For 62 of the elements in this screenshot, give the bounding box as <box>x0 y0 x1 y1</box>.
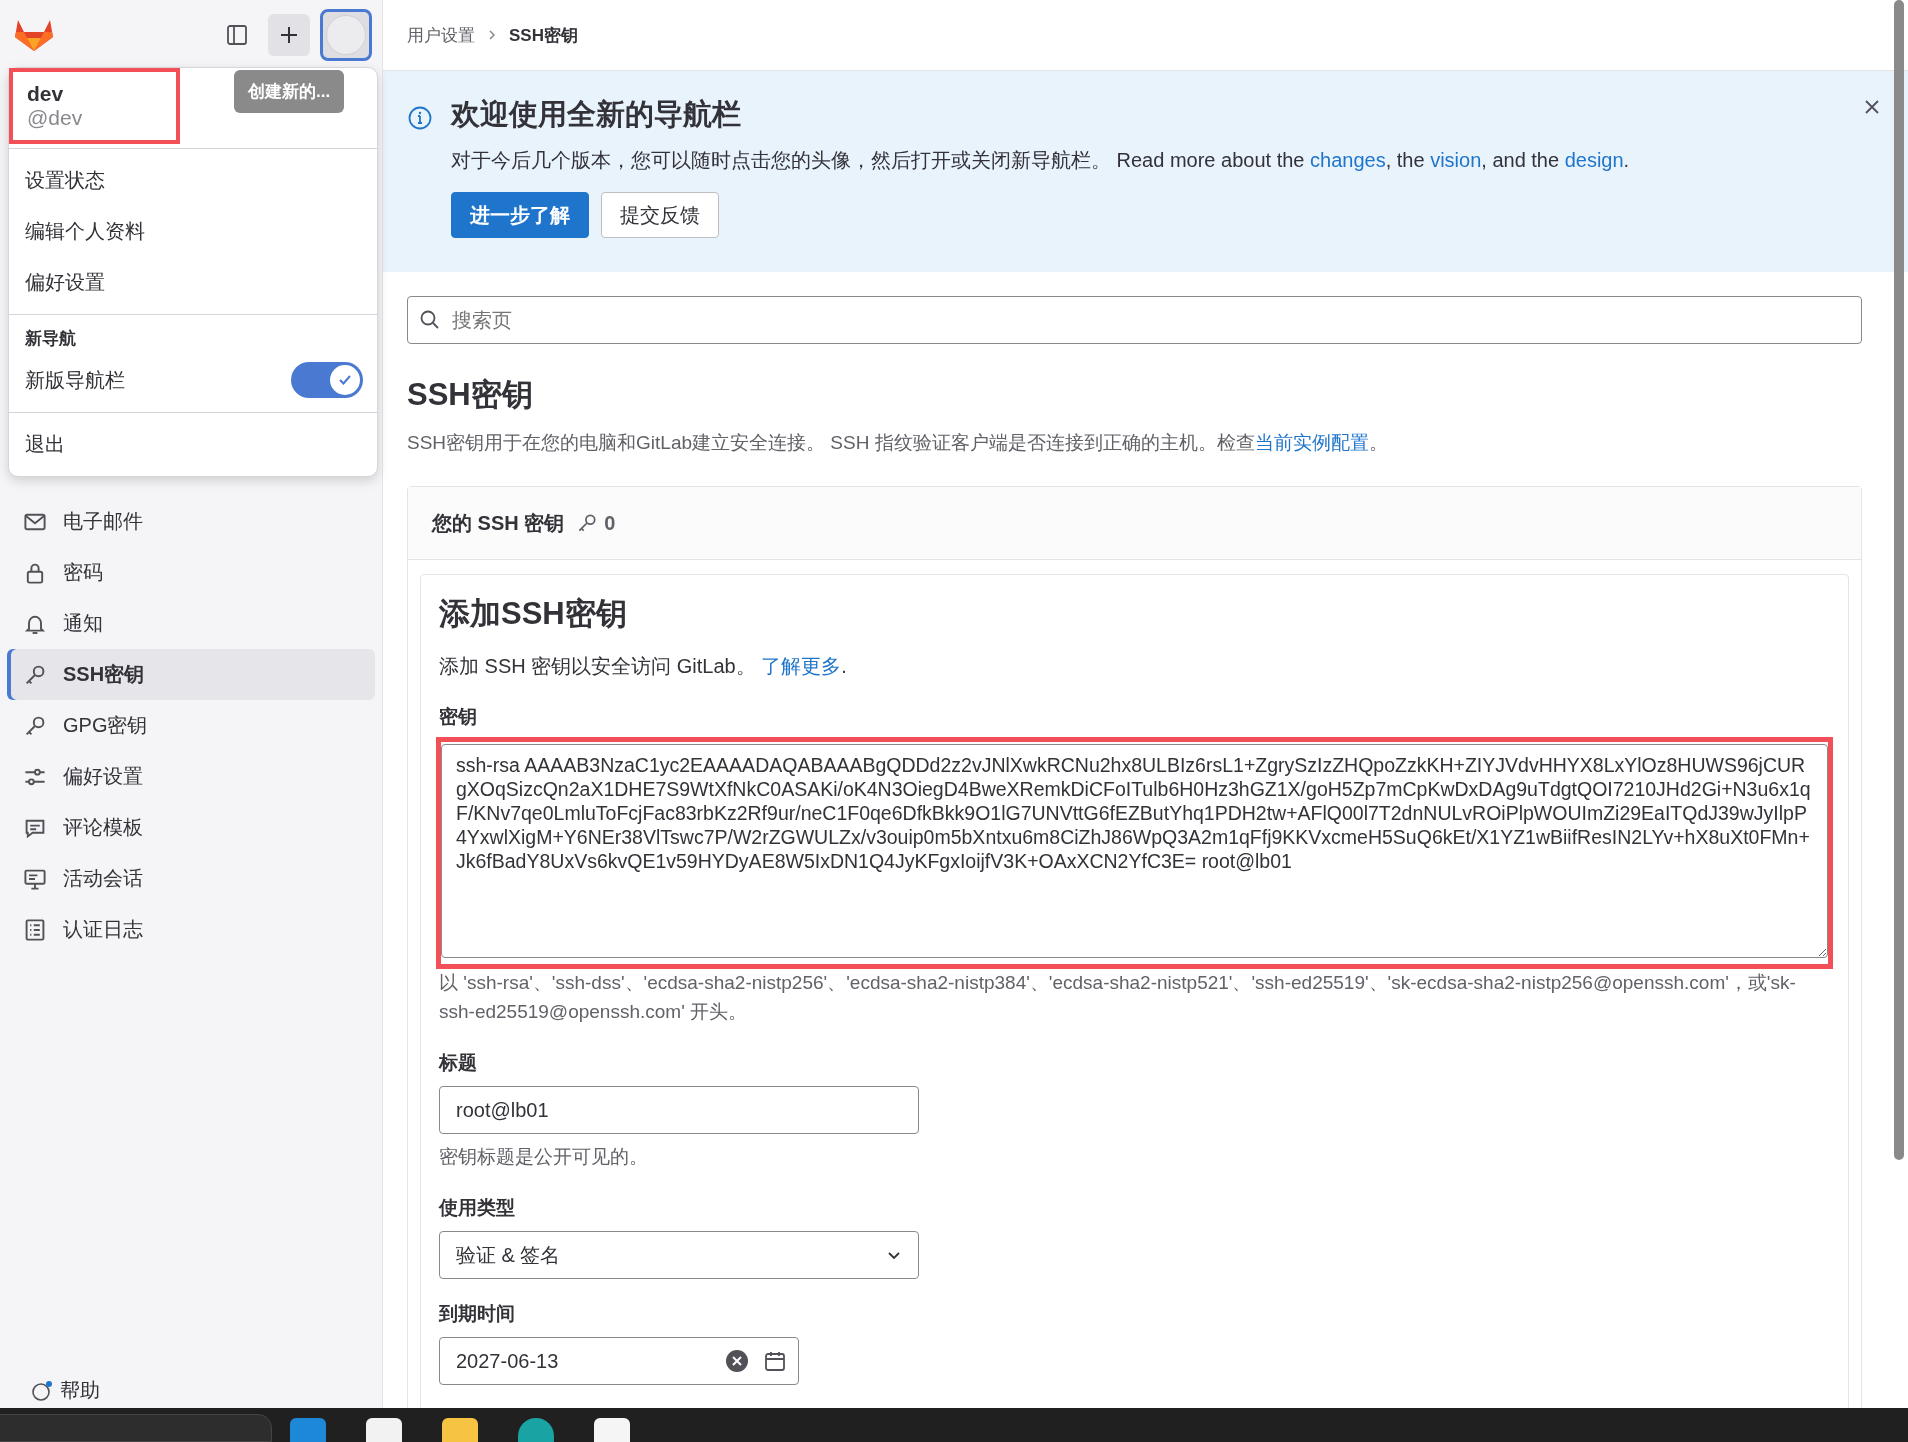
browser-icon[interactable] <box>518 1418 554 1442</box>
help-link[interactable]: 帮助 <box>60 1377 100 1404</box>
usage-type-dropdown[interactable]: 验证 & 签名 <box>439 1231 919 1279</box>
user-handle: @dev <box>27 106 84 130</box>
tooltip: 创建新的... <box>234 70 345 113</box>
banner-title: 欢迎使用全新的导航栏 <box>451 97 742 132</box>
sidebar-item[interactable]: 电子邮件 <box>7 496 375 547</box>
menu-section-title: 新导航 <box>24 328 77 350</box>
toggle-label: 新版导航栏 <box>25 367 125 393</box>
banner-text: 对于今后几个版本，您可以随时点击您的头像，然后打开或关闭新导航栏。 Read more about the changes, the vision, and the design. <box>451 148 1630 173</box>
field-label: 密钥 <box>439 705 478 729</box>
sidebar-item[interactable]: 评论模板 <box>7 802 375 853</box>
link[interactable]: design <box>1564 149 1624 171</box>
menu-item[interactable]: 偏好设置 <box>9 257 377 308</box>
breadcrumb-link[interactable]: 用户设置 <box>407 23 475 47</box>
info-icon <box>407 105 433 131</box>
create-new-button[interactable] <box>268 14 310 56</box>
feedback-button[interactable]: 提交反馈 <box>601 192 719 238</box>
calendar-icon[interactable] <box>763 1349 787 1373</box>
link[interactable]: 了解更多 <box>761 655 842 677</box>
sidebar-icon[interactable] <box>225 23 249 47</box>
field-label: 到期时间 <box>439 1302 516 1326</box>
search-field[interactable]: 搜索页 <box>407 296 1862 344</box>
sidebar-item[interactable]: 偏好设置 <box>7 751 375 802</box>
menu-item[interactable]: 设置状态 <box>9 155 377 206</box>
learn-more-button[interactable]: 进一步了解 <box>451 192 589 238</box>
field-hint: 以 'ssh-rsa'、'ssh-dss'、'ecdsa-sha2-nistp256'、'ecdsa-sha2-nistp384'、'ecdsa-sha2-nistp521'、'ssh-ed25519'、'sk-ecdsa-sha2-nistp256@openssh.com'，或'sk-ssh-ed25519@openssh.com' 开头。 <box>439 971 1797 1024</box>
chevron-icon <box>487 29 497 41</box>
toggle-switch[interactable] <box>291 362 363 398</box>
link[interactable]: vision <box>1430 149 1482 171</box>
page-title: SSH密钥 <box>407 376 534 414</box>
scrollbar[interactable] <box>1894 0 1904 1160</box>
page-description: SSH密钥用于在您的电脑和GitLab建立安全连接。 SSH 指纹验证客户端是否连接到正确的主机。检查当前实例配置。 <box>407 431 1389 455</box>
form-title: 添加SSH密钥 <box>439 595 628 633</box>
card-title: 您的 SSH 密钥 <box>432 510 565 536</box>
list-icon <box>23 917 47 942</box>
sidebar-item[interactable]: SSH密钥 <box>7 649 375 700</box>
form-description: 添加 SSH 密钥以安全访问 GitLab。 了解更多. <box>439 654 848 679</box>
help-icon <box>30 1378 54 1403</box>
user-avatar-button[interactable] <box>320 9 372 61</box>
taskbar-search-field[interactable] <box>0 1414 272 1442</box>
sign-out-item[interactable]: 退出 <box>9 419 377 470</box>
breadcrumb-link[interactable]: SSH密钥 <box>509 23 578 47</box>
sidebar-item[interactable]: 密码 <box>7 547 375 598</box>
link[interactable]: 当前实例配置 <box>1254 432 1369 453</box>
key-textarea[interactable]: ssh-rsa AAAAB3NzaC1yc2EAAAADAQABAAABgQDDd2z2vJNlXwkRCNu2hx8ULBIz6rsL1+ZgrySzIzZHQpoZzkKH+ZIYJVdvHHYX8LxYlOz8HUWS96jCURgXOqSizcQn2aX1DHE7S9WtXfNkC0ASAKi/oK4N3OiegD4BweXRemkDiCFoITulb6H0Hz3hGZ1X/goH5Zp7mCpKwDxDAg9uTdgtQOI7210JHd2Gi+N3u6x1qF/KNv7qe0LmluToFcjFac83rbKz2Rf9ur/neC1F0qe6DfkBkk9O1lG7UNVttG6fEZButYhq1PDH2tw+AFlQ00l7T2dnNULvROiPlpWOUImZi29EaITQdJ39wJyIlpP4YxwlXigM+Y6NEr38VlTswc7P/W2rZGWULZx/v3ouip0m5bXntxu6m8CiZhJ86WpQ3A2m1qFfj9KKVxcmeH5SuQ6kEt/X1YZ1wBiifResIN2LYv+hX8uXt0FMn+Jk6fBadY8UxVs6kvQE1v59HYDyAE8W5IxDN1Q4JyKFgxIoijfV3K+OAxXCN2YfC3E= root@lb01 <box>441 744 1828 958</box>
link[interactable]: changes <box>1310 149 1386 171</box>
sidebar-item[interactable]: 通知 <box>7 598 375 649</box>
field-label: 使用类型 <box>439 1196 516 1220</box>
field-hint: 密钥标题是公开可见的。 <box>439 1145 649 1169</box>
title-input[interactable]: root@lb01 <box>439 1086 919 1134</box>
sidebar-item[interactable]: GPG密钥 <box>7 700 375 751</box>
user-name: dev <box>27 82 65 106</box>
clear-icon[interactable] <box>725 1349 749 1373</box>
search-icon <box>419 309 441 331</box>
sidebar-item[interactable]: 活动会话 <box>7 853 375 904</box>
expiry-date-field[interactable]: 2027-06-13 <box>439 1337 799 1385</box>
field-label: 标题 <box>439 1051 478 1075</box>
menu-item[interactable]: 编辑个人资料 <box>9 206 377 257</box>
key-count: 0 <box>604 511 616 535</box>
key-icon <box>576 512 599 534</box>
sidebar-item[interactable]: 认证日志 <box>7 904 375 955</box>
